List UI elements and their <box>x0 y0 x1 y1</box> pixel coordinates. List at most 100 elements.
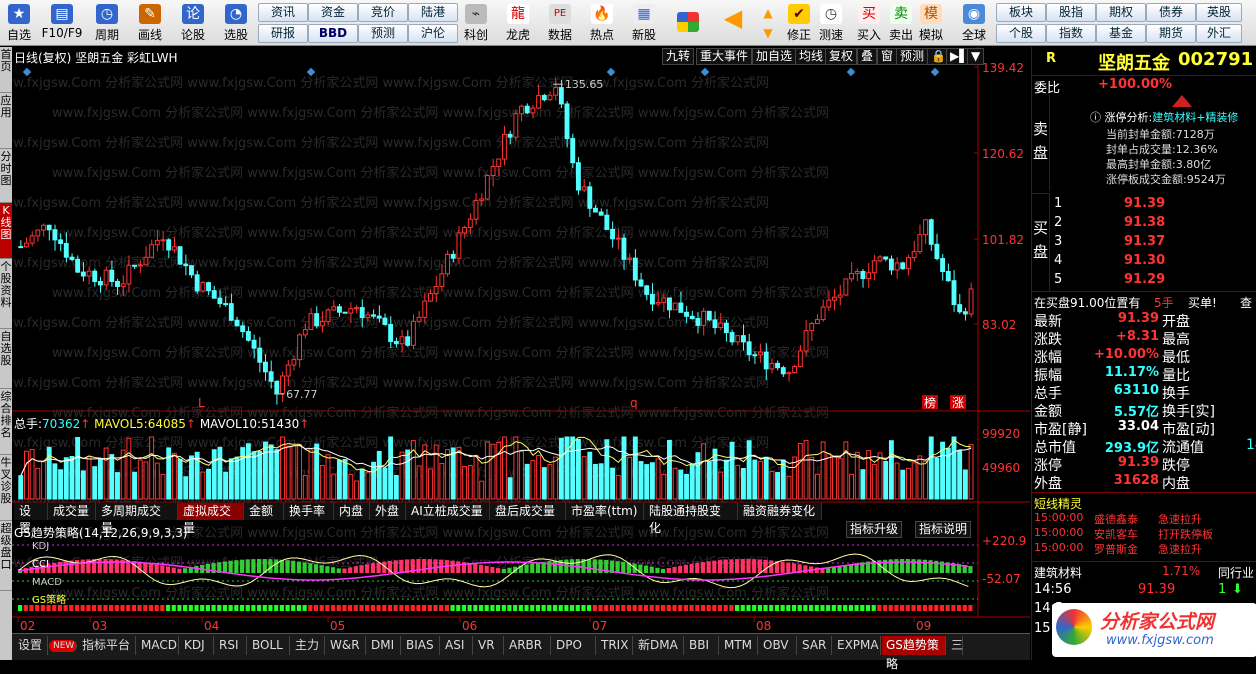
tool-overlay[interactable]: 叠 <box>857 48 878 65</box>
bottom-tab-8[interactable]: W&R <box>326 636 366 655</box>
panel-tab-7[interactable]: 外盘 <box>370 503 406 520</box>
sector-row[interactable]: 建筑材料 1.71% 同行业 <box>1032 561 1256 580</box>
draw-line-button[interactable]: ✎ 画线 <box>132 2 168 44</box>
shanghai-london-button[interactable]: 沪伦 <box>408 24 458 43</box>
bottom-tab-21[interactable]: EXPMA <box>833 636 881 655</box>
bonds-button[interactable]: 债券 <box>1146 3 1196 22</box>
auction-button[interactable]: 竞价 <box>358 3 408 22</box>
bottom-tab-15[interactable]: TRIX <box>597 636 633 655</box>
tab-diagnose[interactable]: 牛叉诊股 <box>0 455 12 521</box>
dragon-tiger-button[interactable]: 龍龙虎 <box>500 2 536 44</box>
bottom-tab-9[interactable]: DMI <box>367 636 401 655</box>
global-button[interactable]: ◉ 全球 <box>954 2 994 44</box>
tab-home[interactable]: 首页 <box>0 47 12 93</box>
panel-tab-11[interactable]: 陆股通持股变化 <box>644 503 738 535</box>
tool-add-watch[interactable]: 加自选 <box>752 48 797 65</box>
tab-ranking[interactable]: 综合排名 <box>0 389 12 455</box>
short-row[interactable]: 15:00:00 罗普斯金 急速拉升 <box>1032 541 1256 559</box>
new-stock-button[interactable]: ▦ 新股 <box>626 2 662 44</box>
sector-button[interactable]: 板块 <box>996 3 1046 22</box>
fix-button[interactable]: ✔ 修正 <box>784 2 814 44</box>
indicator-help-button[interactable]: 指标说明 <box>915 521 972 538</box>
bottom-tab-2[interactable]: 指标平台 <box>78 636 136 655</box>
panel-tab-12[interactable]: 融资融券变化 <box>738 503 822 520</box>
bottom-tab-18[interactable]: MTM <box>720 636 758 655</box>
period-button[interactable]: ◷ 周期 <box>88 2 126 44</box>
f10-button[interactable]: ▤ F10/F9 <box>38 2 86 44</box>
tool-major-events[interactable]: 重大事件 <box>696 48 753 65</box>
buy-button[interactable]: 买买入 <box>854 2 884 44</box>
options-button[interactable]: 期权 <box>1096 3 1146 22</box>
color-grid-button[interactable] <box>674 2 702 44</box>
dropdown-icon[interactable]: ▼ <box>967 48 985 65</box>
tool-adjust[interactable]: 复权 <box>825 48 858 65</box>
favorites-button[interactable]: ★ 自选 <box>2 2 36 44</box>
panel-tab-8[interactable]: AI立桩成交量 <box>406 503 490 520</box>
kline-chart-area[interactable]: www.fxjgsw.Com 分析家公式网 www.fxjgsw.Com 分析家… <box>12 47 1030 633</box>
panel-tab-5[interactable]: 换手率 <box>284 503 334 520</box>
back-button[interactable]: ◀ <box>716 2 750 44</box>
bottom-tab-10[interactable]: BIAS <box>402 636 440 655</box>
bottom-tab-13[interactable]: ARBR <box>505 636 551 655</box>
kline-svg[interactable]: www.fxjgsw.Com 分析家公式网 www.fxjgsw.Com 分析家… <box>12 47 1030 633</box>
bottom-tab-17[interactable]: BBI <box>685 636 719 655</box>
bottom-tab-1[interactable]: NEW <box>49 640 77 652</box>
panel-tab-1[interactable]: 成交量 <box>48 503 96 520</box>
tool-predict[interactable]: 预测 <box>896 48 929 65</box>
panel-tab-9[interactable]: 盘后成交量 <box>490 503 566 520</box>
panel-tab-6[interactable]: 内盘 <box>334 503 370 520</box>
forex-button[interactable]: 外汇 <box>1196 24 1242 43</box>
bottom-tab-14[interactable]: DPO <box>552 636 596 655</box>
index-button[interactable]: 指数 <box>1046 24 1096 43</box>
tab-profile[interactable]: 个股资料 <box>0 259 12 329</box>
bottom-tab-19[interactable]: OBV <box>759 636 797 655</box>
bottom-tab-3[interactable]: MACD <box>137 636 179 655</box>
collapse-icon[interactable] <box>1172 95 1192 107</box>
uk-stocks-button[interactable]: 英股 <box>1196 3 1242 22</box>
futures-button[interactable]: 期货 <box>1146 24 1196 43</box>
tab-apps[interactable]: 应用 <box>0 93 12 149</box>
panel-tab-3[interactable]: 虚拟成交量 <box>178 503 244 535</box>
speed-test-button[interactable]: ◷ 测速 <box>816 2 846 44</box>
tool-window[interactable]: 窗 <box>877 48 898 65</box>
news-button[interactable]: 资讯 <box>258 3 308 22</box>
tab-kline[interactable]: K线图 <box>0 203 12 259</box>
bottom-tab-11[interactable]: ASI <box>441 636 473 655</box>
bottom-tab-20[interactable]: SAR <box>798 636 832 655</box>
bottom-tab-0[interactable]: 设置 <box>14 636 48 655</box>
individual-button[interactable]: 个股 <box>996 24 1046 43</box>
bottom-tab-12[interactable]: VR <box>474 636 504 655</box>
tool-nine-turn[interactable]: 九转 <box>662 48 695 65</box>
funds-button[interactable]: 资金 <box>308 3 358 22</box>
bottom-tab-22[interactable]: GS趋势策略 <box>882 636 946 671</box>
bottom-tab-4[interactable]: KDJ <box>180 636 214 655</box>
bottom-tab-5[interactable]: RSI <box>215 636 247 655</box>
bottom-tab-16[interactable]: 新DMA <box>634 636 684 655</box>
star-market-button[interactable]: ⌁ 科创 <box>458 2 494 44</box>
bottom-tab-23[interactable]: 三 <box>947 636 963 655</box>
bottom-tab-7[interactable]: 主力 <box>291 636 325 655</box>
stock-picker-button[interactable]: ◔ 选股 <box>218 2 254 44</box>
up-down-button[interactable]: ▲ ▼ <box>756 2 780 44</box>
panel-tab-2[interactable]: 多周期成交量 <box>96 503 178 535</box>
hk-connect-button[interactable]: 陆港 <box>408 3 458 22</box>
bbd-button[interactable]: BBD <box>308 24 358 43</box>
tab-super-order[interactable]: 超级盘口 <box>0 521 12 591</box>
bottom-tab-6[interactable]: BOLL <box>248 636 290 655</box>
simulate-button[interactable]: 模模拟 <box>916 2 946 44</box>
fund-button[interactable]: 基金 <box>1096 24 1146 43</box>
hot-button[interactable]: 🔥 热点 <box>584 2 620 44</box>
forum-button[interactable]: 论论股 <box>176 2 210 44</box>
stock-index-button[interactable]: 股指 <box>1046 3 1096 22</box>
sell-button[interactable]: 卖卖出 <box>886 2 916 44</box>
research-button[interactable]: 研报 <box>258 24 308 43</box>
tool-ma[interactable]: 均线 <box>795 48 828 65</box>
tab-watchlist[interactable]: 自选股 <box>0 329 12 389</box>
data-button[interactable]: PE 数据 <box>542 2 578 44</box>
indicator-upgrade-button[interactable]: 指标升级 <box>846 521 903 538</box>
tab-intraday[interactable]: 分时图 <box>0 149 12 203</box>
panel-tab-0[interactable]: 设置 <box>14 503 48 535</box>
forecast-button[interactable]: 预测 <box>358 24 408 43</box>
panel-tab-4[interactable]: 金额 <box>244 503 284 520</box>
panel-tab-10[interactable]: 市盈率(ttm) <box>566 503 644 520</box>
